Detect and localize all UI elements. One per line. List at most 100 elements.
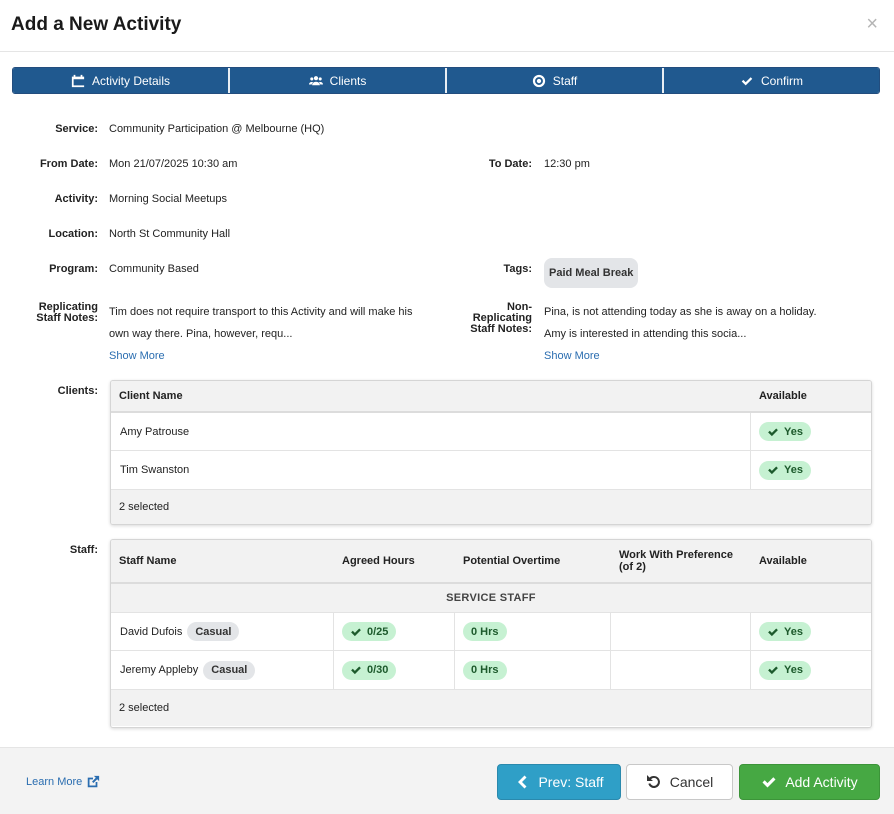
- step-staff[interactable]: Staff: [447, 68, 664, 93]
- work-preference-cell: [611, 613, 751, 650]
- table-row[interactable]: David Dufois Casual 0/25 0 Hrs Yes: [111, 613, 871, 651]
- work-preference-header[interactable]: Work With Preference (of 2): [611, 540, 751, 582]
- modal-title: Add a New Activity: [11, 14, 182, 35]
- program-label: Program:: [49, 263, 98, 275]
- external-link-icon: [88, 775, 100, 788]
- available-text: Yes: [784, 625, 803, 638]
- staff-name-header[interactable]: Staff Name: [111, 540, 334, 582]
- undo-icon: [646, 775, 660, 788]
- client-name-header[interactable]: Client Name: [111, 381, 751, 411]
- nonreplicating-show-more-link[interactable]: Show More: [544, 350, 600, 362]
- step-confirm[interactable]: Confirm: [664, 68, 879, 93]
- service-label: Service:: [55, 123, 98, 135]
- replicating-notes-line: Tim does not require transport to this A…: [109, 306, 413, 318]
- users-icon: [308, 75, 323, 85]
- prev-staff-button[interactable]: Prev: Staff: [497, 764, 621, 800]
- nonreplicating-notes-line: Amy is interested in attending this soci…: [544, 328, 747, 340]
- step-label: Confirm: [760, 73, 803, 88]
- clients-label: Clients:: [57, 385, 98, 397]
- agreed-hours-header[interactable]: Agreed Hours: [334, 540, 455, 582]
- wizard-steps: Activity Details Clients Staff Confirm: [12, 67, 880, 94]
- learn-more-text: Learn More: [26, 776, 83, 788]
- client-name: Amy Patrouse: [111, 413, 751, 450]
- table-row[interactable]: Jeremy Appleby Casual 0/30 0 Hrs Yes: [111, 651, 871, 690]
- location-label: Location:: [48, 228, 99, 240]
- staff-table: Staff Name Agreed Hours Potential Overti…: [110, 539, 872, 728]
- available-text: Yes: [784, 425, 803, 438]
- client-name: Tim Swanston: [111, 451, 751, 489]
- learn-more-link[interactable]: Learn More: [26, 775, 100, 789]
- chevron-left-icon: [518, 775, 527, 789]
- agreed-hours-text: 0/25: [367, 625, 389, 638]
- table-row[interactable]: Amy Patrouse Yes: [111, 413, 871, 451]
- available-badge: Yes: [759, 460, 811, 480]
- activity-value: Morning Social Meetups: [109, 193, 228, 205]
- service-value: Community Participation @ Melbourne (HQ): [109, 123, 325, 135]
- potential-overtime-header[interactable]: Potential Overtime: [455, 540, 611, 582]
- nonreplicating-notes-label-3: Staff Notes:: [470, 323, 532, 335]
- agreed-hours-text: 0/30: [367, 664, 389, 676]
- employment-type-badge: Casual: [203, 660, 256, 680]
- add-button-label: Add Activity: [785, 774, 858, 790]
- available-badge: Yes: [759, 422, 811, 441]
- available-cell: Yes: [751, 651, 871, 689]
- work-preference-header-line: (of 2): [619, 561, 646, 573]
- available-cell: Yes: [751, 613, 871, 650]
- agreed-hours-cell: 0/30: [334, 651, 455, 689]
- employment-type-badge: Casual: [187, 622, 240, 641]
- step-clients[interactable]: Clients: [230, 68, 447, 93]
- clients-selected-count: 2 selected: [111, 490, 871, 524]
- staff-name-cell: David Dufois Casual: [111, 613, 334, 650]
- replicating-show-more-link[interactable]: Show More: [109, 350, 165, 362]
- overtime-cell: 0 Hrs: [455, 613, 611, 650]
- cancel-button[interactable]: Cancel: [626, 764, 733, 800]
- table-header-row: Client Name Available: [111, 381, 871, 413]
- step-label: Clients: [329, 73, 367, 88]
- available-header[interactable]: Available: [751, 381, 871, 411]
- step-label: Staff: [552, 73, 578, 88]
- to-date-label: To Date:: [488, 158, 532, 170]
- program-value: Community Based: [109, 263, 199, 275]
- check-icon: [762, 777, 776, 788]
- staff-selected-count: 2 selected: [111, 690, 871, 726]
- check-icon: [768, 427, 778, 436]
- available-text: Yes: [784, 664, 803, 676]
- from-date-value: Mon 21/07/2025 10:30 am: [109, 158, 238, 170]
- tag-badge: Paid Meal Break: [544, 258, 639, 288]
- table-row[interactable]: Tim Swanston Yes: [111, 451, 871, 490]
- agreed-hours-badge: 0/25: [342, 622, 397, 641]
- check-icon: [741, 76, 753, 85]
- add-activity-button[interactable]: Add Activity: [739, 764, 880, 800]
- staff-label: Staff:: [69, 544, 98, 556]
- from-date-label: From Date:: [39, 158, 98, 170]
- staff-name: David Dufois: [120, 625, 183, 638]
- modal-footer: Learn More Prev: Staff Cancel Add Activi…: [0, 747, 894, 814]
- available-header[interactable]: Available: [751, 540, 871, 582]
- check-icon: [768, 466, 778, 475]
- prev-button-label: Prev: Staff: [538, 774, 604, 790]
- check-icon: [768, 666, 778, 675]
- check-icon: [768, 627, 778, 636]
- overtime-badge: 0 Hrs: [463, 660, 507, 680]
- overtime-badge: 0 Hrs: [463, 622, 507, 641]
- close-icon[interactable]: ×: [866, 14, 878, 34]
- staff-name-cell: Jeremy Appleby Casual: [111, 651, 334, 689]
- modal-header: Add a New Activity ×: [0, 0, 894, 52]
- staff-name: Jeremy Appleby: [120, 664, 199, 676]
- nonreplicating-notes-line: Pina, is not attending today as she is a…: [544, 306, 817, 318]
- work-preference-cell: [611, 651, 751, 689]
- available-cell: Yes: [751, 413, 871, 450]
- overtime-cell: 0 Hrs: [455, 651, 611, 689]
- table-header-row: Staff Name Agreed Hours Potential Overti…: [111, 540, 871, 584]
- check-icon: [351, 627, 361, 636]
- agreed-hours-cell: 0/25: [334, 613, 455, 650]
- lifebuoy-icon: [532, 74, 545, 87]
- tags-label: Tags:: [503, 263, 532, 275]
- available-badge: Yes: [759, 660, 811, 680]
- step-activity-details[interactable]: Activity Details: [13, 68, 230, 93]
- replicating-notes-line: own way there. Pina, however, requ...: [109, 328, 293, 340]
- check-icon: [351, 666, 361, 675]
- to-date-value: 12:30 pm: [544, 158, 590, 170]
- step-label: Activity Details: [91, 73, 171, 88]
- available-badge: Yes: [759, 622, 811, 641]
